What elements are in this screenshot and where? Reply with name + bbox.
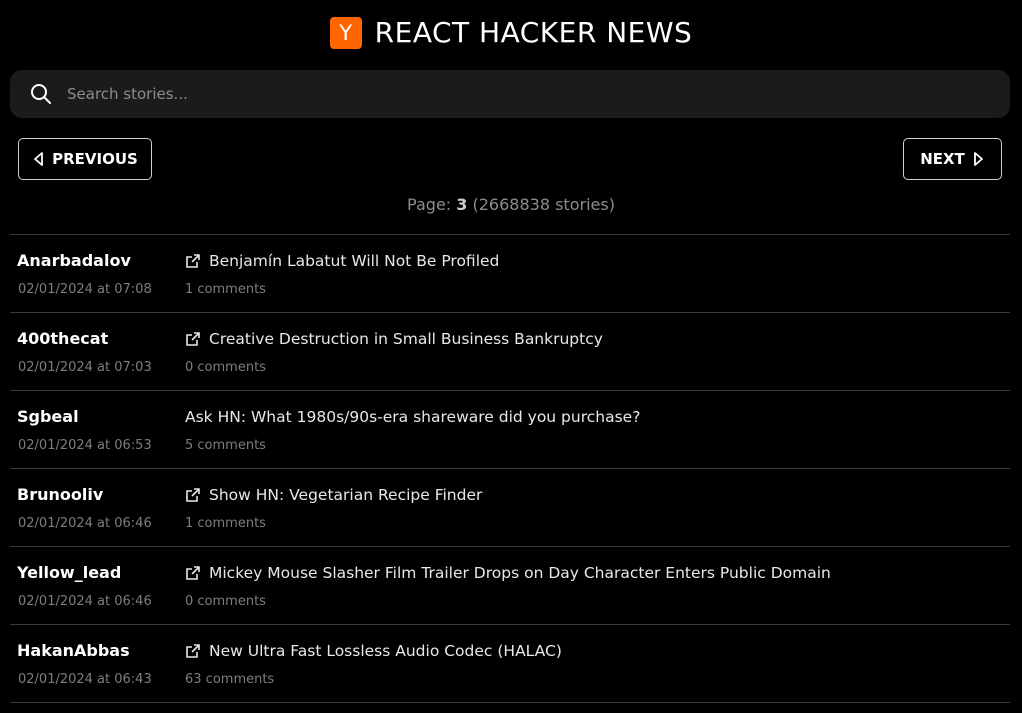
story-author[interactable]: HakanAbbas	[17, 641, 130, 661]
pagination-info: Page: 3 (2668838 stories)	[0, 195, 1022, 215]
story-row: Anarbadalov 02/01/2024 at 07:08 Benjamín…	[10, 235, 1010, 313]
chevron-right-icon	[973, 151, 985, 167]
story-title: Creative Destruction in Small Business B…	[209, 330, 603, 348]
page-number: 3	[456, 195, 468, 214]
stories-count: (2668838 stories)	[472, 195, 615, 214]
page-title: REACT HACKER NEWS	[374, 16, 693, 49]
story-timestamp: 02/01/2024 at 07:03	[18, 360, 152, 375]
external-link-icon	[185, 643, 201, 659]
story-title-link[interactable]: Ask HN: What 1980s/90s-era shareware did…	[185, 407, 640, 427]
story-title: Show HN: Vegetarian Recipe Finder	[209, 486, 483, 504]
hn-logo[interactable]: Y	[329, 17, 362, 49]
external-link-icon	[185, 253, 201, 269]
next-button-label: NEXT	[920, 150, 965, 168]
story-comments[interactable]: 1 comments	[185, 515, 266, 532]
story-author[interactable]: Sgbeal	[17, 407, 79, 427]
story-title-link[interactable]: Mickey Mouse Slasher Film Trailer Drops …	[185, 563, 831, 583]
story-row: Yellow_lead 02/01/2024 at 06:46 Mickey M…	[10, 547, 1010, 625]
story-title-link[interactable]: New Ultra Fast Lossless Audio Codec (HAL…	[185, 641, 562, 661]
story-timestamp: 02/01/2024 at 07:08	[18, 282, 152, 297]
story-comments[interactable]: 63 comments	[185, 671, 274, 688]
story-row: Sgbeal 02/01/2024 at 06:53 Ask HN: What …	[10, 391, 1010, 469]
story-timestamp: 02/01/2024 at 06:46	[18, 516, 152, 531]
story-title-link[interactable]: Creative Destruction in Small Business B…	[185, 329, 603, 349]
search-input[interactable]	[65, 73, 1010, 115]
story-row: Brunooliv 02/01/2024 at 06:46 Show HN: V…	[10, 469, 1010, 547]
previous-button[interactable]: PREVIOUS	[18, 138, 152, 180]
next-button[interactable]: NEXT	[903, 138, 1002, 180]
story-timestamp: 02/01/2024 at 06:43	[18, 672, 152, 687]
previous-button-label: PREVIOUS	[52, 150, 138, 168]
story-comments[interactable]: 0 comments	[185, 359, 266, 376]
story-title-link[interactable]: Show HN: Vegetarian Recipe Finder	[185, 485, 482, 505]
chevron-left-icon	[32, 151, 44, 167]
external-link-icon	[185, 487, 201, 503]
search-bar	[10, 70, 1010, 118]
app-header: Y REACT HACKER NEWS	[0, 16, 1022, 50]
story-author[interactable]: Brunooliv	[17, 485, 103, 505]
story-list: Anarbadalov 02/01/2024 at 07:08 Benjamín…	[10, 234, 1010, 703]
story-title: Benjamín Labatut Will Not Be Profiled	[209, 252, 500, 270]
story-timestamp: 02/01/2024 at 06:46	[18, 594, 152, 609]
story-title: New Ultra Fast Lossless Audio Codec (HAL…	[209, 642, 562, 660]
external-link-icon	[185, 565, 201, 581]
page-label: Page:	[407, 195, 457, 214]
story-title: Mickey Mouse Slasher Film Trailer Drops …	[209, 564, 831, 582]
story-comments[interactable]: 0 comments	[185, 593, 266, 610]
story-title: Ask HN: What 1980s/90s-era shareware did…	[185, 408, 641, 426]
story-comments[interactable]: 5 comments	[185, 437, 266, 454]
story-author[interactable]: Anarbadalov	[17, 251, 131, 271]
search-icon	[30, 83, 52, 105]
story-row: HakanAbbas 02/01/2024 at 06:43 New Ultra…	[10, 625, 1010, 703]
story-author[interactable]: Yellow_lead	[17, 563, 121, 583]
story-row: 400thecat 02/01/2024 at 07:03 Creative D…	[10, 313, 1010, 391]
story-author[interactable]: 400thecat	[17, 329, 108, 349]
story-title-link[interactable]: Benjamín Labatut Will Not Be Profiled	[185, 251, 499, 271]
external-link-icon	[185, 331, 201, 347]
story-comments[interactable]: 1 comments	[185, 281, 266, 298]
story-timestamp: 02/01/2024 at 06:53	[18, 438, 152, 453]
